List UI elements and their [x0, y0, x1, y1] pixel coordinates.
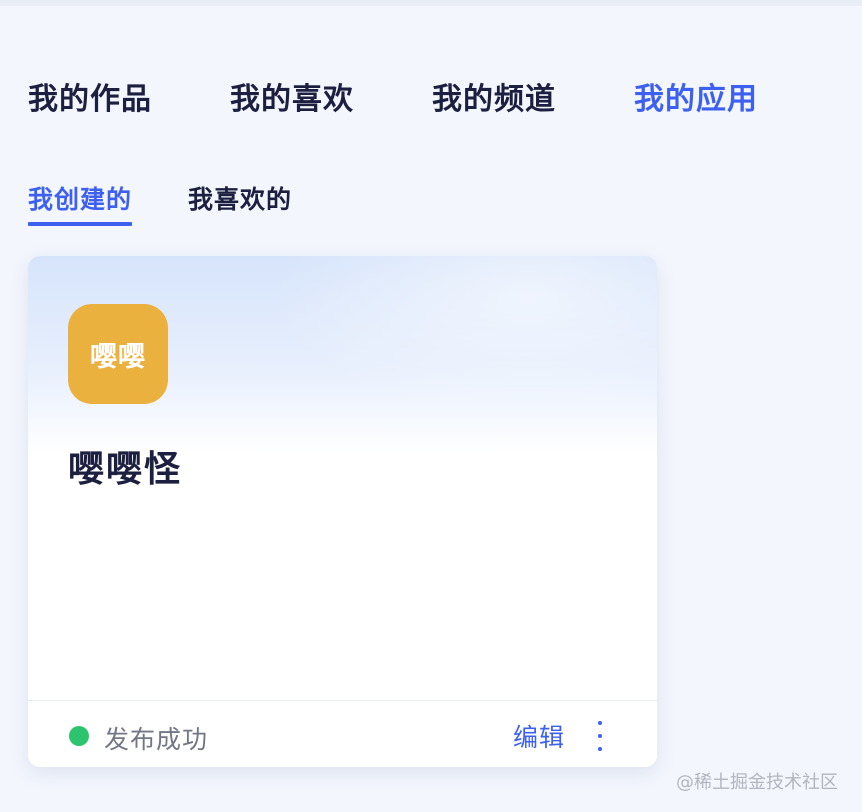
card-footer: 发布成功 编辑: [28, 700, 657, 767]
app-icon: 嘤嘤: [68, 304, 168, 404]
subtab-created-label: 我创建的: [28, 185, 133, 214]
more-dot: [598, 734, 602, 738]
status-text: 发布成功: [104, 725, 209, 754]
top-header-strip: [0, 0, 862, 6]
app-name: 嘤嘤怪: [68, 449, 183, 490]
tab-my-channels[interactable]: 我的频道: [432, 74, 556, 118]
more-dot: [598, 747, 602, 751]
main-tabs: 我的作品 我的喜欢 我的频道 我的应用: [28, 74, 836, 118]
more-dot: [598, 721, 602, 725]
tab-my-apps[interactable]: 我的应用: [634, 74, 758, 118]
tab-my-likes[interactable]: 我的喜欢: [230, 74, 354, 118]
app-icon-text: 嘤嘤: [90, 341, 146, 373]
active-tab-underline: [28, 222, 133, 226]
tab-my-works[interactable]: 我的作品: [28, 74, 152, 118]
watermark: @稀土掘金技术社区: [676, 772, 838, 793]
subtab-created[interactable]: 我创建的: [28, 180, 133, 226]
app-card[interactable]: 嘤嘤 嘤嘤怪 发布成功 编辑: [28, 256, 657, 767]
subtab-liked[interactable]: 我喜欢的: [188, 180, 292, 224]
more-vertical-icon[interactable]: [588, 721, 612, 751]
edit-button[interactable]: 编辑: [513, 718, 565, 754]
card-background-swoosh: [268, 256, 657, 416]
subtab-liked-label: 我喜欢的: [188, 185, 293, 214]
sub-tabs: 我创建的 我喜欢的: [28, 180, 348, 226]
status-dot-icon: [69, 726, 89, 746]
